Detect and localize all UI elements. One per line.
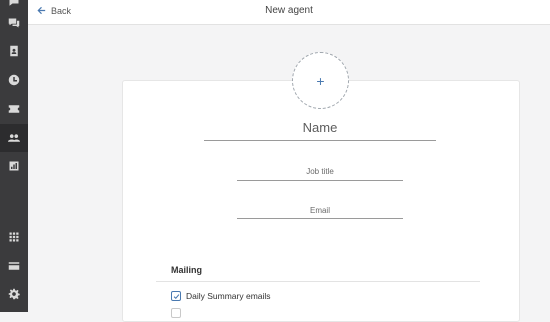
daily-summary-checkbox[interactable] (171, 291, 181, 301)
mailing-section-title: Mailing (171, 265, 202, 275)
mailing-divider (156, 281, 480, 282)
job-title-underline (237, 180, 403, 181)
daily-summary-label: Daily Summary emails (186, 291, 271, 301)
tickets-icon[interactable] (6, 101, 22, 117)
name-underline (204, 140, 436, 141)
settings-gear-icon[interactable] (6, 286, 22, 302)
job-title-field[interactable]: Job title (237, 167, 403, 181)
email-underline (237, 218, 403, 219)
agents-icon[interactable] (0, 124, 28, 152)
email-placeholder: Email (309, 206, 330, 215)
avatar-upload-button[interactable]: + (292, 52, 349, 109)
clock-icon[interactable] (6, 72, 22, 88)
top-bar: Back New agent (28, 0, 550, 25)
email-field[interactable]: Email (237, 206, 403, 219)
next-mailing-checkbox[interactable] (171, 308, 181, 318)
agent-form-card (122, 80, 520, 322)
page-title: New agent (265, 5, 313, 16)
daily-summary-option[interactable]: Daily Summary emails (171, 291, 271, 301)
job-title-placeholder: Job title (306, 167, 334, 176)
name-field[interactable]: Name (204, 120, 436, 141)
chat-bubbles-icon[interactable] (6, 15, 22, 31)
chat-icon[interactable] (6, 0, 22, 10)
checkmark-icon (173, 293, 179, 299)
name-placeholder: Name (302, 120, 338, 135)
reports-icon[interactable] (6, 158, 22, 174)
contact-book-icon[interactable] (6, 43, 22, 59)
plus-icon: + (316, 72, 325, 89)
sidebar (0, 0, 28, 312)
billing-card-icon[interactable] (6, 258, 22, 274)
apps-grid-icon[interactable] (6, 229, 22, 245)
